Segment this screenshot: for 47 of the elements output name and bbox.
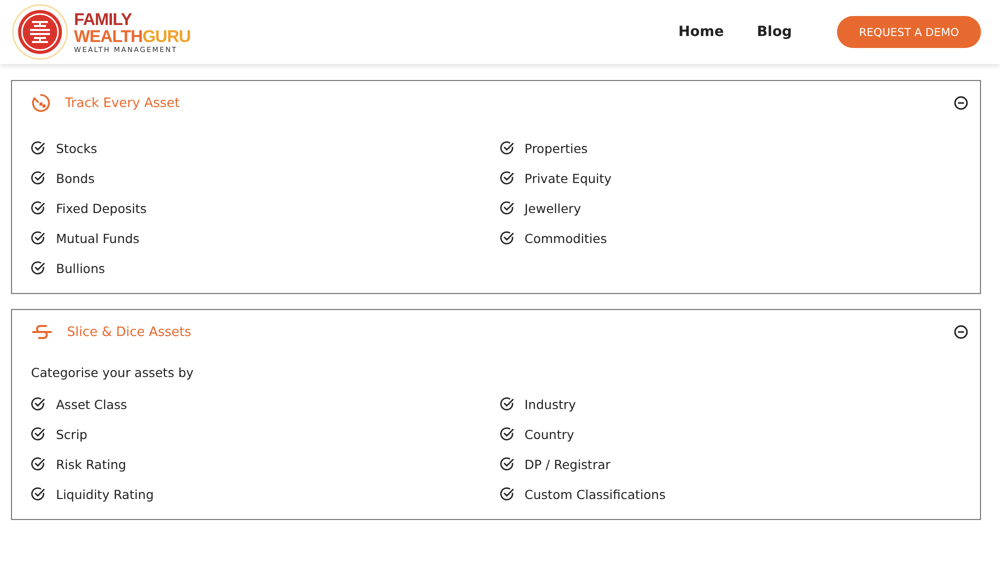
check-circle-icon xyxy=(500,397,514,411)
check-circle-icon xyxy=(31,141,45,155)
section-title[interactable]: Slice & Dice Assets xyxy=(67,324,940,340)
feature-item: Commodities xyxy=(524,230,607,246)
check-circle-icon xyxy=(31,201,45,215)
feature-item: Bullions xyxy=(56,260,105,276)
section-title[interactable]: Track Every Asset xyxy=(65,96,940,110)
check-circle-icon xyxy=(31,261,45,275)
feature-item: Liquidity Rating xyxy=(56,486,154,502)
check-circle-icon xyxy=(500,231,514,245)
check-circle-icon xyxy=(31,487,45,501)
feature-item: Country xyxy=(524,426,574,442)
feature-item: Custom Classifications xyxy=(524,486,666,502)
logo-wordmark: FAMILY xyxy=(74,10,133,28)
strikethrough-icon xyxy=(31,323,53,341)
check-circle-icon xyxy=(500,487,514,501)
collapse-icon[interactable] xyxy=(954,96,968,110)
check-circle-icon xyxy=(500,201,514,215)
logo-emblem-icon xyxy=(12,4,68,60)
feature-item: Bonds xyxy=(56,170,95,186)
feature-item: Mutual Funds xyxy=(56,230,140,246)
request-demo-button[interactable]: REQUEST A DEMO xyxy=(836,16,981,48)
check-circle-icon xyxy=(31,397,45,411)
check-circle-icon xyxy=(31,231,45,245)
feature-item: Risk Rating xyxy=(56,456,126,472)
nav-link[interactable]: Home xyxy=(678,24,724,40)
feature-item: Asset Class xyxy=(56,396,128,412)
check-circle-icon xyxy=(500,457,514,471)
logo-wordmark: WEALTHGURU xyxy=(74,28,191,44)
collapse-icon[interactable] xyxy=(954,325,968,339)
nav-link[interactable]: Blog xyxy=(756,24,792,40)
check-circle-icon xyxy=(500,141,514,155)
check-circle-icon xyxy=(31,171,45,185)
feature-item: Properties xyxy=(524,140,588,156)
timer-icon xyxy=(31,93,51,113)
feature-item: DP / Registrar xyxy=(524,456,610,472)
feature-item: Private Equity xyxy=(524,170,612,186)
check-circle-icon xyxy=(500,427,514,441)
feature-item: Fixed Deposits xyxy=(56,200,147,216)
feature-item: Scrip xyxy=(56,426,88,442)
feature-item: Industry xyxy=(524,396,576,412)
feature-item: Stocks xyxy=(56,140,98,156)
check-circle-icon xyxy=(31,457,45,471)
check-circle-icon xyxy=(31,427,45,441)
check-circle-icon xyxy=(500,171,514,185)
intro-text: Categorise your assets by xyxy=(31,364,195,382)
feature-item: Jewellery xyxy=(524,200,581,216)
